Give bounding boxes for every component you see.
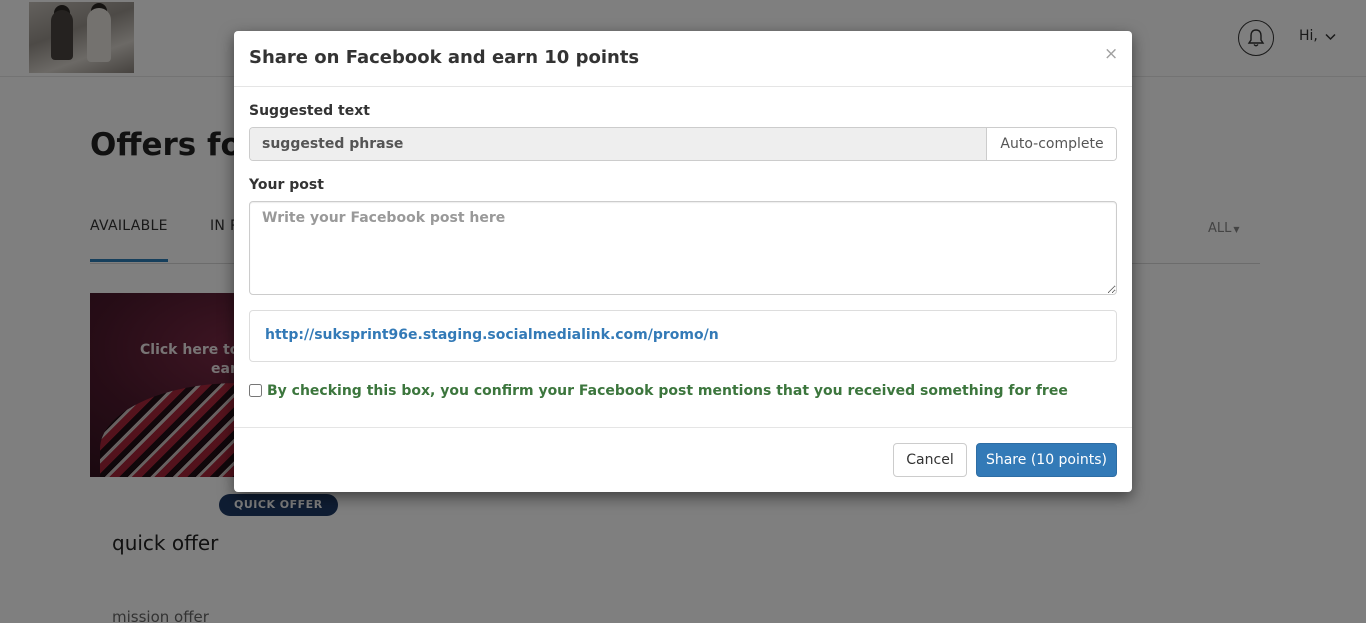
promo-link-box: http://suksprint96e.staging.socialmedial…: [249, 310, 1117, 362]
your-post-label: Your post: [249, 177, 324, 193]
promo-link[interactable]: http://suksprint96e.staging.socialmedial…: [265, 327, 719, 343]
share-button[interactable]: Share (10 points): [976, 443, 1117, 477]
modal-header: Share on Facebook and earn 10 points ×: [234, 31, 1132, 87]
consent-label[interactable]: By checking this box, you confirm your F…: [267, 383, 1068, 399]
suggested-text-label: Suggested text: [249, 103, 370, 119]
suggested-text-field[interactable]: suggested phrase: [250, 128, 986, 160]
cancel-button[interactable]: Cancel: [893, 443, 967, 477]
close-icon[interactable]: ×: [1104, 44, 1118, 64]
share-facebook-modal: Share on Facebook and earn 10 points × S…: [234, 31, 1132, 492]
consent-checkbox[interactable]: [249, 384, 262, 397]
facebook-post-textarea[interactable]: [249, 201, 1117, 295]
modal-footer: Cancel Share (10 points): [234, 427, 1132, 492]
modal-title: Share on Facebook and earn 10 points: [249, 47, 640, 68]
auto-complete-button[interactable]: Auto-complete: [986, 128, 1116, 160]
suggested-text-group: suggested phrase Auto-complete: [249, 127, 1117, 161]
